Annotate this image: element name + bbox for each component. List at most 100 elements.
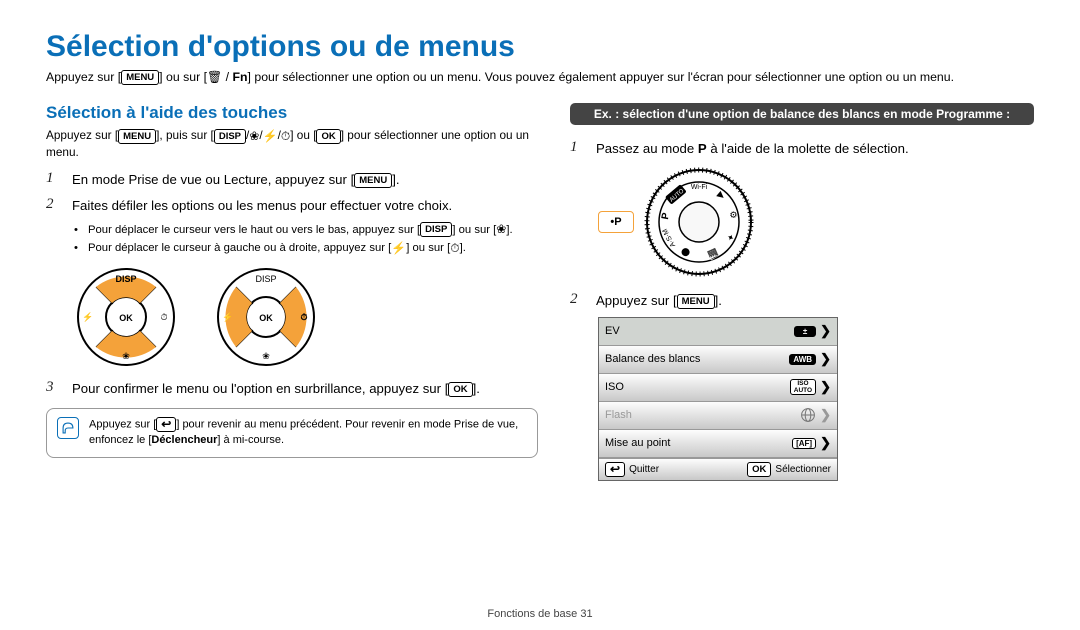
quit-label: Quitter (629, 464, 659, 475)
bullet-2: Pour déplacer le curseur à gauche ou à d… (74, 240, 538, 256)
page-intro: Appuyez sur [MENU] ou sur [🗑 / Fn] pour … (46, 70, 1034, 85)
t: ]. (392, 172, 399, 187)
step-num: 2 (570, 291, 584, 311)
right-column: Ex. : sélection d'une option de balance … (570, 103, 1034, 481)
svg-text:OK: OK (119, 313, 133, 323)
mode-dial-illustration: P Wi-Fi AUTO P A·S·M ▶ ⚙ ✦ 🎬 (598, 167, 1034, 277)
back-icon: ↩ (605, 462, 625, 477)
awb-value-icon: AWB (789, 354, 816, 365)
svg-text:⏱: ⏱ (160, 312, 167, 322)
page-title: Sélection d'options ou de menus (46, 30, 1034, 64)
t: Pour déplacer le curseur à gauche ou à d… (88, 242, 391, 254)
step-3: 3 Pour confirmer le menu ou l'option en … (46, 379, 538, 399)
af-value-icon: [AF] (792, 438, 816, 449)
mode-wifi: Wi-Fi (691, 184, 708, 191)
t: ]. (473, 381, 480, 396)
p-mode-glyph: P (698, 141, 707, 156)
timer-icon: ⏱ (281, 130, 290, 143)
menu-label: Mise au point (605, 437, 670, 449)
chevron-right-icon: ❯ (820, 435, 831, 451)
menu-row-wb: Balance des blancs AWB ❯ (599, 346, 837, 374)
chevron-right-icon: ❯ (820, 351, 831, 367)
t: ]. (715, 293, 722, 308)
example-banner: Ex. : sélection d'une option de balance … (570, 103, 1034, 125)
t: Pour confirmer le menu ou l'option en su… (72, 381, 448, 396)
camera-menu-screenshot: EV ±❯ Balance des blancs AWB❯ ISO ISO AU… (598, 317, 838, 481)
step-1: 1 En mode Prise de vue ou Lecture, appuy… (46, 170, 538, 190)
step-text: Passez au mode P à l'aide de la molette … (596, 139, 909, 159)
t: ]. (460, 242, 466, 254)
iso-value-icon: ISO AUTO (790, 379, 816, 395)
left-column: Sélection à l'aide des touches Appuyez s… (46, 103, 538, 481)
t: Passez au mode (596, 141, 698, 156)
svg-text:❀: ❀ (262, 351, 270, 361)
svg-text:⚡: ⚡ (222, 311, 233, 323)
menu-footer: ↩Quitter OKSélectionner (599, 458, 837, 480)
left-intro: Appuyez sur [MENU], puis sur [DISP/❀/⚡/⏱… (46, 127, 538, 160)
menu-row-flash: Flash ❯ (599, 402, 837, 430)
menu-label: ISO (605, 381, 624, 393)
t: ], puis sur [ (156, 128, 214, 142)
menu-key-glyph: MENU (354, 173, 392, 188)
shutter-label: Déclencheur (151, 434, 217, 446)
timer-icon: ⏱ (450, 242, 459, 255)
ok-key-glyph: OK (448, 382, 472, 397)
back-icon: ↩ (156, 417, 176, 432)
globe-icon (800, 407, 816, 423)
step-num: 3 (46, 379, 60, 399)
menu-label: Balance des blancs (605, 353, 700, 365)
ev-value-icon: ± (794, 326, 816, 337)
svg-text:⚡: ⚡ (82, 311, 93, 323)
t: ] ou [ (290, 128, 316, 142)
nav-dial-illustrations: DISP ❀ ⚡ ⏱ OK DISP (76, 267, 538, 367)
step-num: 2 (46, 196, 60, 216)
ok-key-glyph: OK (747, 462, 771, 477)
svg-text:⏱: ⏱ (300, 312, 307, 322)
r-step-1: 1 Passez au mode P à l'aide de la molett… (570, 139, 1034, 159)
info-note: Appuyez sur [↩] pour revenir au menu pré… (46, 408, 538, 457)
p-indicator: P (598, 211, 634, 233)
trash-icon: 🗑 (207, 71, 222, 84)
t: ] ou sur [ (406, 242, 450, 254)
page-footer: Fonctions de base 31 (0, 608, 1080, 620)
chevron-right-icon: ❯ (820, 379, 831, 395)
step-text: En mode Prise de vue ou Lecture, appuyez… (72, 170, 400, 190)
flower-icon: ❀ (249, 130, 259, 143)
step-text: Pour confirmer le menu ou l'option en su… (72, 379, 480, 399)
flower-icon: ❀ (496, 223, 506, 236)
note-icon (57, 417, 79, 439)
t: Pour déplacer le curseur vers le haut ou… (88, 224, 420, 236)
t: Appuyez sur [ (596, 293, 677, 308)
t: ] pour sélectionner une option ou un men… (248, 70, 954, 84)
svg-text:OK: OK (259, 313, 273, 323)
bullet-1: Pour déplacer le curseur vers le haut ou… (74, 222, 538, 238)
step-num: 1 (46, 170, 60, 190)
step-num: 1 (570, 139, 584, 159)
flash-icon: ⚡ (391, 242, 406, 255)
t: En mode Prise de vue ou Lecture, appuyez… (72, 172, 354, 187)
t: Appuyez sur [ (46, 70, 121, 84)
svg-text:DISP: DISP (115, 274, 136, 284)
t: Appuyez sur [ (89, 419, 156, 431)
t: à l'aide de la molette de sélection. (707, 141, 909, 156)
step-text: Faites défiler les options ou les menus … (72, 196, 452, 216)
svg-text:DISP: DISP (255, 274, 276, 284)
t: ] à mi-course. (217, 434, 284, 446)
chevron-right-icon: ❯ (820, 407, 831, 423)
menu-row-ev: EV ±❯ (599, 318, 837, 346)
menu-label: Flash (605, 409, 632, 421)
disp-key-glyph: DISP (214, 129, 246, 144)
mode-dial: Wi-Fi AUTO P A·S·M ▶ ⚙ ✦ 🎬 (644, 167, 754, 277)
t: Appuyez sur [ (46, 128, 118, 142)
menu-row-iso: ISO ISO AUTO❯ (599, 374, 837, 402)
nav-dial-vertical: DISP ❀ ⚡ ⏱ OK (76, 267, 176, 367)
menu-key-glyph: MENU (121, 70, 159, 85)
disp-key-glyph: DISP (420, 222, 452, 237)
step-2: 2 Faites défiler les options ou les menu… (46, 196, 538, 216)
note-text: Appuyez sur [↩] pour revenir au menu pré… (89, 417, 527, 448)
menu-label: EV (605, 325, 620, 337)
r-step-2: 2 Appuyez sur [MENU]. (570, 291, 1034, 311)
fn-key-glyph: Fn (233, 70, 248, 84)
menu-key-glyph: MENU (677, 294, 715, 309)
flash-icon: ⚡ (263, 130, 278, 143)
